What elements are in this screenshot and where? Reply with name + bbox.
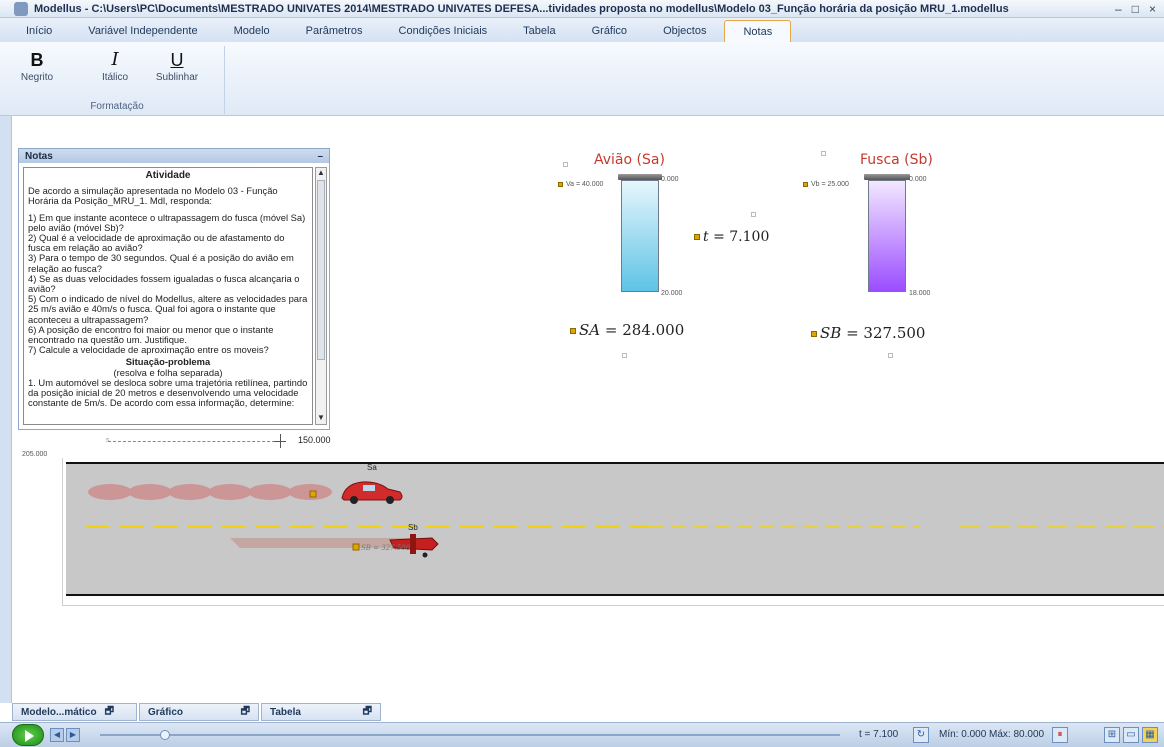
play-button[interactable] <box>12 724 44 746</box>
status-time-readout: t = 7.100 <box>859 729 899 740</box>
step-back-button[interactable]: ◀ <box>50 728 64 742</box>
status-range: Mín: 0.000 Máx: 80.000 <box>939 729 1045 740</box>
restore-window-icon[interactable]: 🗗 <box>363 704 372 721</box>
layout-grid-icon[interactable]: ▦ <box>1142 727 1158 743</box>
restore-window-icon[interactable]: 🗗 <box>241 704 250 721</box>
time-slider-thumb[interactable] <box>160 730 170 740</box>
doctab-modelo-matematico[interactable]: Modelo...mático 🗗 <box>12 703 137 721</box>
time-slider-track[interactable] <box>100 734 840 736</box>
restore-window-icon[interactable]: 🗗 <box>105 704 114 721</box>
car-label: Sa <box>367 463 377 472</box>
plane-value-label: SB = 327.500 <box>361 544 411 552</box>
record-marker-icon[interactable]: ⏸ <box>1052 727 1068 743</box>
plane-label: Sb <box>408 523 418 532</box>
step-forward-button[interactable]: ▶ <box>66 728 80 742</box>
car-handle-icon[interactable] <box>309 490 317 498</box>
replay-icon[interactable]: ↻ <box>913 727 929 743</box>
status-bar: ◀ ▶ t = 7.100 ↻ Mín: 0.000 Máx: 80.000 ⏸… <box>0 722 1164 747</box>
doctab-grafico[interactable]: Gráfico 🗗 <box>139 703 259 721</box>
car-icon[interactable] <box>341 481 403 504</box>
car-trail <box>88 484 332 500</box>
layout-tile-icon[interactable]: ⊞ <box>1104 727 1120 743</box>
plane-handle-icon[interactable] <box>352 543 360 551</box>
document-tabs: Modelo...mático 🗗 Gráfico 🗗 Tabela 🗗 <box>12 703 412 721</box>
layout-cascade-icon[interactable]: ▭ <box>1123 727 1139 743</box>
road-scene: Sa Sb SB = 327.500 <box>86 463 1164 558</box>
doctab-tabela[interactable]: Tabela 🗗 <box>261 703 381 721</box>
